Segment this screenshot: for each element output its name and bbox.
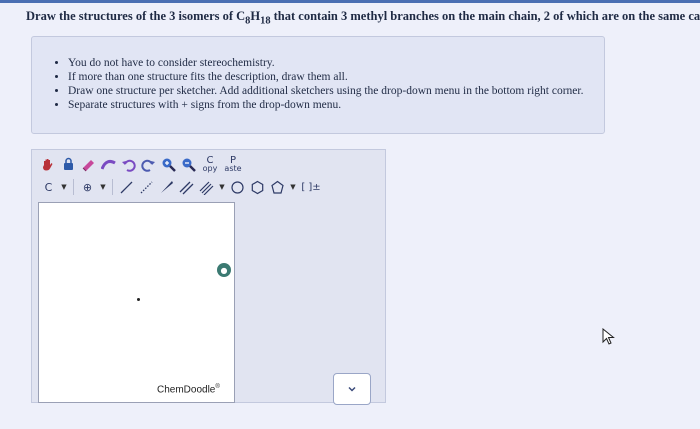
charge-button[interactable]: ⊕ bbox=[79, 179, 96, 196]
bracket-button[interactable]: [ ]± bbox=[300, 179, 322, 196]
lasso-icon[interactable] bbox=[60, 156, 77, 173]
instructions-panel: You do not have to consider stereochemis… bbox=[31, 36, 605, 134]
instruction-item: You do not have to consider stereochemis… bbox=[68, 57, 604, 70]
chemdoodle-sketcher: C opy P aste C ▼ ⊕ ▼ ▼ ▼ []± ● ChemDood… bbox=[31, 149, 386, 403]
instruction-item: If more than one structure fits the desc… bbox=[68, 71, 604, 84]
triple-bond-icon[interactable] bbox=[198, 179, 215, 196]
zoom-in-icon[interactable] bbox=[160, 156, 177, 173]
single-bond-icon[interactable] bbox=[118, 179, 135, 196]
instructions-list: You do not have to consider stereochemis… bbox=[32, 57, 604, 112]
info-icon[interactable]: ● bbox=[217, 263, 231, 277]
pentagon-ring-icon[interactable] bbox=[269, 179, 286, 196]
question-text: Draw the structures of the 3 isomers of … bbox=[26, 9, 700, 27]
watermark-text: ChemDoodle bbox=[157, 384, 216, 396]
chevron-down-icon bbox=[348, 386, 356, 392]
copy-label-bottom: opy bbox=[202, 164, 218, 173]
toolbar-divider bbox=[73, 179, 74, 195]
clear-icon[interactable] bbox=[100, 156, 117, 173]
chevron-down-icon[interactable]: ▼ bbox=[218, 179, 226, 196]
dashed-bond-icon[interactable] bbox=[138, 179, 155, 196]
instruction-item: Separate structures with + signs from th… bbox=[68, 99, 604, 112]
question-part1: Draw the structures of the 3 isomers of … bbox=[26, 9, 246, 23]
chemdoodle-watermark: ChemDoodle® bbox=[157, 384, 220, 395]
hand-icon[interactable] bbox=[40, 156, 57, 173]
chevron-down-icon[interactable]: ▼ bbox=[289, 179, 297, 196]
eraser-icon[interactable] bbox=[80, 156, 97, 173]
formula-subscript-hydrogen: 18 bbox=[260, 15, 271, 27]
double-bond-icon[interactable] bbox=[178, 179, 195, 196]
wedge-bond-icon[interactable] bbox=[158, 179, 175, 196]
registered-mark: ® bbox=[215, 384, 220, 390]
toolbar-row-1: C opy P aste bbox=[40, 154, 243, 174]
toolbar-divider bbox=[112, 179, 113, 195]
add-sketcher-dropdown[interactable] bbox=[333, 373, 371, 405]
chevron-down-icon[interactable]: ▼ bbox=[99, 179, 107, 196]
atom-label-button[interactable]: C bbox=[40, 179, 57, 196]
mouse-cursor-icon bbox=[602, 328, 615, 345]
paste-button[interactable]: P aste bbox=[223, 156, 243, 173]
toolbar-row-2: C ▼ ⊕ ▼ ▼ ▼ [ ]± bbox=[40, 177, 322, 197]
instruction-item: Draw one structure per sketcher. Add add… bbox=[68, 85, 604, 98]
paste-label-bottom: aste bbox=[224, 164, 242, 173]
undo-icon[interactable] bbox=[120, 156, 137, 173]
redo-icon[interactable] bbox=[140, 156, 157, 173]
copy-button[interactable]: C opy bbox=[200, 156, 220, 173]
canvas-dot bbox=[137, 298, 140, 301]
zoom-out-icon[interactable] bbox=[180, 156, 197, 173]
question-part3: that contain 3 methyl branches on the ma… bbox=[270, 9, 700, 23]
benzene-ring-icon[interactable] bbox=[229, 179, 246, 196]
drawing-canvas[interactable]: ● bbox=[38, 202, 235, 403]
hexagon-ring-icon[interactable] bbox=[249, 179, 266, 196]
top-accent-bar bbox=[0, 0, 700, 3]
question-part2: H bbox=[250, 9, 261, 23]
chevron-down-icon[interactable]: ▼ bbox=[60, 179, 68, 196]
